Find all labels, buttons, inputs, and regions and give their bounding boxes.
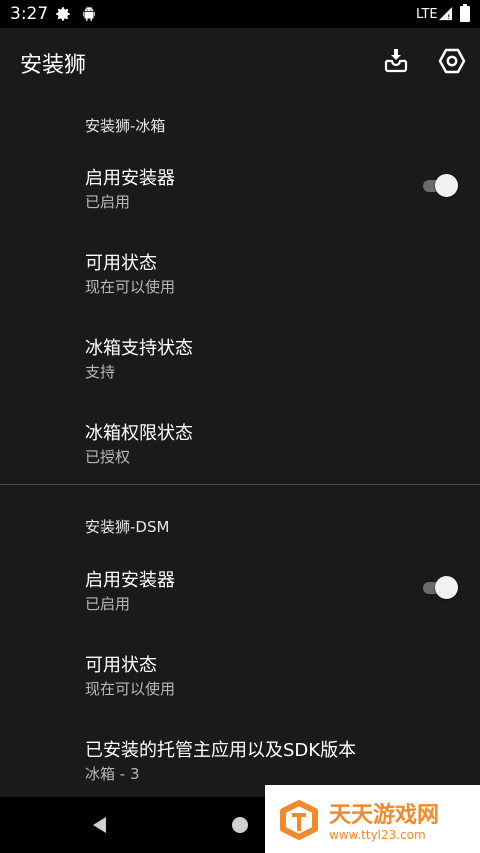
pref-enable-installer-dsm[interactable]: 启用安装器 已启用 bbox=[0, 566, 480, 650]
pref-title: 启用安装器 bbox=[85, 570, 175, 591]
section-title-icebox: 安装狮-冰箱 bbox=[85, 117, 166, 135]
pref-summary: 现在可以使用 bbox=[85, 278, 176, 296]
pref-enable-installer-icebox[interactable]: 启用安装器 已启用 bbox=[0, 164, 480, 248]
watermark-logo-icon bbox=[280, 800, 318, 840]
pref-summary: 支持 bbox=[85, 363, 116, 381]
status-time: 3:27 bbox=[10, 4, 49, 24]
signal-icon bbox=[438, 6, 453, 21]
pref-title: 已安装的托管主应用以及SDK版本 bbox=[85, 740, 357, 761]
switch-thumb bbox=[435, 576, 458, 599]
app-title: 安装狮 bbox=[20, 53, 87, 78]
pref-icebox-support[interactable]: 冰箱支持状态 支持 bbox=[0, 334, 480, 418]
android-icon bbox=[83, 6, 95, 21]
pref-summary: 冰箱 - 3 bbox=[85, 765, 140, 783]
watermark: 天天游戏网 www.ttyl23.com bbox=[265, 785, 480, 853]
pref-summary: 已启用 bbox=[85, 595, 131, 613]
preferences-list: 安装狮-冰箱 启用安装器 已启用 可用状态 现在可以使用 冰箱支持状态 支持 冰… bbox=[0, 94, 480, 797]
back-icon[interactable] bbox=[90, 815, 110, 835]
enable-installer-switch[interactable] bbox=[421, 576, 458, 600]
section-title-dsm: 安装狮-DSM bbox=[85, 518, 170, 536]
pref-icebox-permission[interactable]: 冰箱权限状态 已授权 bbox=[0, 419, 480, 503]
pref-title: 可用状态 bbox=[85, 655, 157, 676]
status-bar: 3:27 LTE bbox=[0, 0, 480, 28]
watermark-url: www.ttyl23.com bbox=[329, 828, 426, 842]
pref-title: 启用安装器 bbox=[85, 168, 175, 189]
pref-summary: 已启用 bbox=[85, 193, 131, 211]
pref-title: 可用状态 bbox=[85, 253, 157, 274]
network-type: LTE bbox=[416, 7, 438, 22]
pref-availability-dsm[interactable]: 可用状态 现在可以使用 bbox=[0, 651, 480, 735]
pref-title: 冰箱权限状态 bbox=[85, 423, 193, 444]
pref-summary: 现在可以使用 bbox=[85, 680, 176, 698]
switch-thumb bbox=[435, 174, 458, 197]
section-divider bbox=[0, 484, 480, 485]
install-inbox-icon[interactable] bbox=[382, 46, 410, 74]
home-icon[interactable] bbox=[230, 815, 250, 835]
pref-title: 冰箱支持状态 bbox=[85, 338, 193, 359]
pref-summary: 已授权 bbox=[85, 448, 131, 466]
app-bar: 安装狮 bbox=[0, 28, 480, 94]
pref-availability-icebox[interactable]: 可用状态 现在可以使用 bbox=[0, 249, 480, 333]
watermark-name: 天天游戏网 bbox=[329, 803, 440, 828]
enable-installer-switch[interactable] bbox=[421, 174, 458, 198]
battery-icon bbox=[460, 4, 470, 22]
gear-icon bbox=[56, 7, 70, 21]
settings-hexagon-icon[interactable] bbox=[437, 46, 467, 76]
